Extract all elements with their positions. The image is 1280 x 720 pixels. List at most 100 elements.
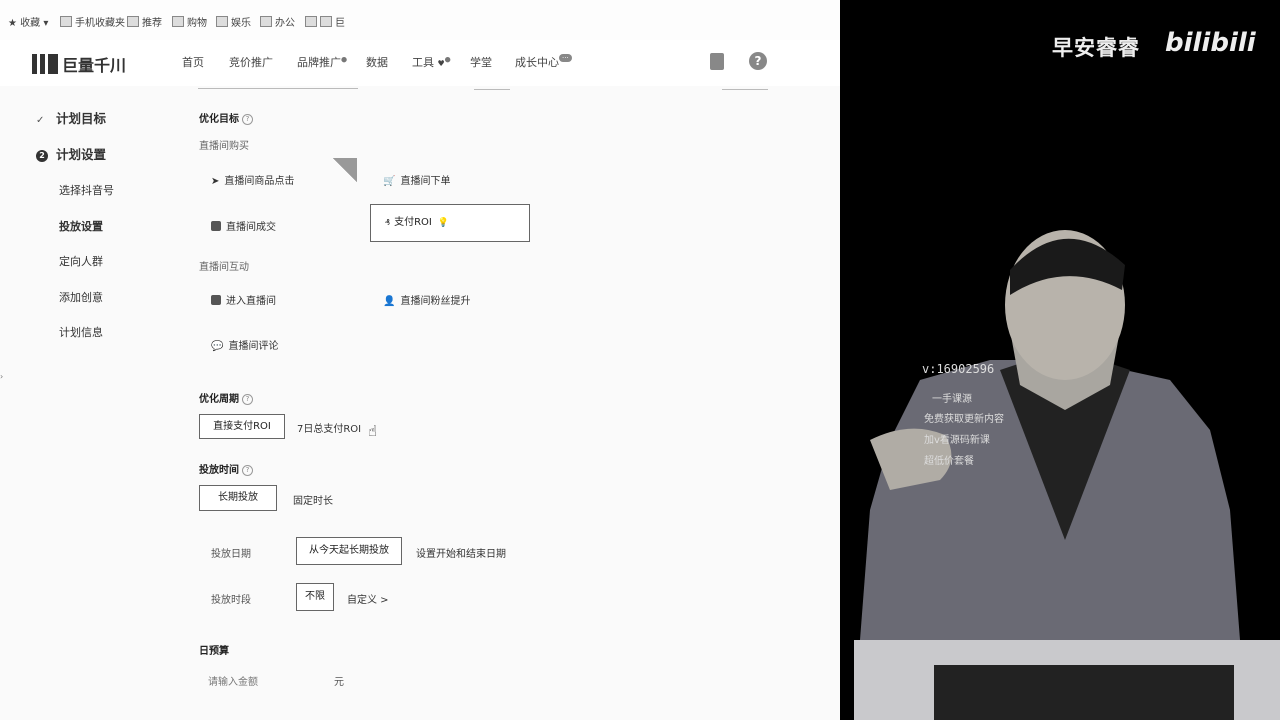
step-plan-setup[interactable]: 2 计划设置 (36, 144, 106, 163)
sidebar-item-account[interactable]: 选择抖音号 (59, 182, 114, 198)
option-label: 进入直播间 (226, 296, 276, 307)
nav-tools[interactable]: 工具 ♥● (412, 54, 451, 70)
nav-label: 品牌推广 (297, 56, 341, 69)
folder-icon (127, 16, 139, 27)
divider (722, 89, 768, 90)
nav-data[interactable]: 数据 (366, 54, 388, 70)
ad-line: 一手课源 (932, 394, 972, 405)
divider (198, 88, 358, 89)
bookmark-favorites[interactable]: ★ 收藏 ▾ (8, 14, 48, 29)
section-label: 优化目标 (199, 114, 239, 125)
user-icon: 👤 (383, 296, 396, 307)
bookmark-entertainment[interactable]: 娱乐 (216, 14, 251, 29)
nav-label: 成长中心 (515, 56, 559, 69)
bookmark-mobile[interactable]: 手机收藏夹 (60, 14, 125, 29)
presenter-image (860, 230, 1240, 640)
cart-icon: 🛒 (383, 176, 396, 187)
enter-icon (211, 295, 221, 305)
set-dates-button[interactable]: 设置开始和结束日期 (416, 545, 506, 560)
goal-option-fans[interactable]: 👤 直播间粉丝提升 (383, 292, 470, 307)
goal-option-click[interactable]: ➤ 直播间商品点击 (211, 172, 294, 187)
question-icon[interactable]: ? (242, 114, 253, 125)
step-label: 计划设置 (56, 147, 107, 162)
channel-name: 早安睿睿 (1052, 36, 1140, 60)
folder-icon (260, 16, 272, 27)
option-label: 直播间下单 (400, 176, 451, 187)
bookmark-shopping[interactable]: 购物 (172, 14, 207, 29)
logo[interactable]: 巨量千川 (32, 52, 127, 75)
folder-icon (216, 16, 228, 27)
bilibili-logo: bilibili (1165, 28, 1256, 58)
bookmark-label: 手机收藏夹 (75, 18, 125, 29)
bookmark-label: 推荐 (142, 18, 162, 29)
option-label: 直播间商品点击 (224, 176, 295, 187)
long-term-button[interactable]: 长期投放 (199, 485, 277, 511)
ad-line: 超低价套餐 (924, 456, 974, 467)
new-dot-icon: ● (341, 55, 348, 64)
bookmark-juliang[interactable]: 巨 (305, 14, 345, 29)
step-number: 2 (36, 150, 48, 162)
bookmark-label: 购物 (187, 18, 207, 29)
folder-icon (172, 16, 184, 27)
bookmark-office[interactable]: 办公 (260, 14, 295, 29)
nav-home[interactable]: 首页 (182, 54, 204, 70)
bookmark-label: 办公 (275, 18, 295, 29)
new-dot-icon: ● (444, 55, 451, 64)
goal-option-deal[interactable]: 直播间成交 (211, 218, 276, 233)
divider (474, 89, 510, 90)
bookmarks-bar: ★ 收藏 ▾ 手机收藏夹 推荐 购物 娱乐 办公 巨 (0, 0, 840, 41)
delivery-time-title: 投放时间? (199, 461, 253, 476)
question-icon[interactable]: ? (242, 465, 253, 476)
bookmark-label: 收藏 (20, 18, 41, 29)
from-today-button[interactable]: 从今天起长期投放 (296, 537, 402, 565)
qianchuan-app-window: ★ 收藏 ▾ 手机收藏夹 推荐 购物 娱乐 办公 巨 巨量千川 首页 竞价推广 … (0, 0, 840, 720)
comment-icon: 💬 (211, 341, 224, 352)
group-live-interact: 直播间互动 (199, 262, 249, 273)
page-icon (305, 16, 317, 27)
contact-watermark: v:16902596 (922, 362, 995, 376)
option-label: 直播间评论 (228, 341, 279, 352)
deal-icon (211, 221, 221, 231)
pay-icon: ₰ (385, 218, 391, 227)
sidebar-item-creative[interactable]: 添加创意 (59, 289, 103, 305)
goal-option-order[interactable]: 🛒 直播间下单 (383, 172, 450, 187)
goal-option-pay-roi[interactable]: ₰ 支付ROI 💡 (370, 204, 530, 242)
help-icon[interactable]: ? (749, 52, 767, 70)
nav-brand-promotion[interactable]: 品牌推广● (297, 54, 347, 70)
step-label: 计划目标 (56, 111, 107, 126)
calculator-icon[interactable] (710, 53, 724, 70)
optimize-goal-title: 优化目标? (199, 110, 253, 125)
phone-icon (60, 16, 72, 27)
currency-unit: 元 (334, 677, 344, 688)
nav-academy[interactable]: 学堂 (470, 54, 492, 70)
unlimited-button[interactable]: 不限 (296, 583, 334, 611)
nav-bid-promotion[interactable]: 竞价推广 (229, 54, 273, 70)
ad-line: 免费获取更新内容 (924, 414, 1004, 425)
sidebar-item-info[interactable]: 计划信息 (59, 324, 103, 340)
daily-budget-title: 日预算 (199, 646, 229, 657)
goal-option-enter[interactable]: 进入直播间 (211, 292, 276, 307)
sidebar-item-delivery[interactable]: 投放设置 (59, 218, 103, 234)
budget-amount-input[interactable]: 请输入金额 (208, 673, 258, 688)
nav-label: 工具 (412, 56, 434, 69)
recommend-corner-icon (333, 158, 357, 182)
nav-growth-center[interactable]: 成长中心 ··· (515, 54, 572, 70)
optimize-period-title: 优化周期? (199, 390, 253, 405)
period-7day-roi-button[interactable]: 7日总支付ROI (297, 420, 361, 435)
period-direct-roi-button[interactable]: 直接支付ROI (199, 414, 285, 439)
sidebar-item-audience[interactable]: 定向人群 (59, 253, 103, 269)
goal-option-comment[interactable]: 💬 直播间评论 (211, 337, 278, 352)
collapse-arrow-icon[interactable]: › (0, 372, 3, 381)
chat-badge-icon: ··· (559, 54, 572, 62)
fixed-duration-button[interactable]: 固定时长 (293, 492, 333, 507)
step-plan-goal[interactable]: ✓ 计划目标 (36, 108, 106, 127)
bookmark-label: 娱乐 (231, 18, 251, 29)
group-live-buy: 直播间购买 (199, 141, 249, 152)
logo-text: 巨量千川 (62, 56, 127, 75)
bookmark-recommend[interactable]: 推荐 (127, 14, 162, 29)
option-label: 直播间粉丝提升 (400, 296, 471, 307)
bulb-icon: 💡 (437, 218, 450, 228)
delivery-date-label: 投放日期 (211, 549, 251, 560)
custom-slot-link[interactable]: 自定义 > (347, 591, 389, 606)
question-icon[interactable]: ? (242, 394, 253, 405)
